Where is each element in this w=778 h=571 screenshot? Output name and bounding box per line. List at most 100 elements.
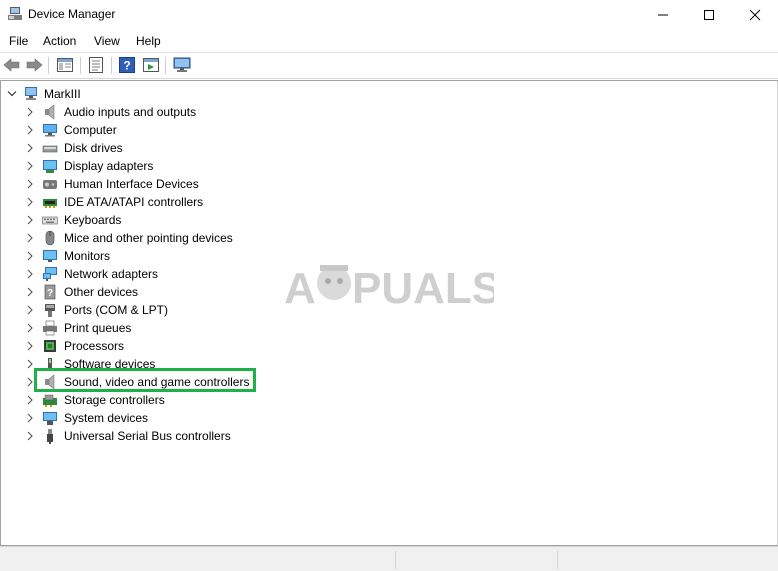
chevron-right-icon[interactable] bbox=[25, 413, 35, 423]
toolbar-separator bbox=[111, 57, 112, 74]
tree-item-label: Storage controllers bbox=[64, 393, 165, 407]
processor-icon bbox=[44, 340, 56, 352]
tree-item-computer[interactable]: Computer bbox=[1, 121, 401, 139]
tree-item-label: IDE ATA/ATAPI controllers bbox=[64, 195, 204, 209]
chevron-right-icon[interactable] bbox=[25, 215, 35, 225]
tree-item-label: Mice and other pointing devices bbox=[64, 231, 233, 245]
show-hide-console-tree-button[interactable] bbox=[56, 56, 74, 74]
speaker-icon bbox=[45, 104, 55, 120]
system-device-icon bbox=[43, 412, 57, 425]
printer-icon bbox=[43, 320, 57, 336]
tree-item-label: Ports (COM & LPT) bbox=[64, 303, 169, 317]
chevron-right-icon[interactable] bbox=[25, 287, 35, 297]
tree-item-label: Universal Serial Bus controllers bbox=[64, 429, 231, 443]
help-button[interactable]: ? bbox=[118, 56, 136, 74]
back-button[interactable] bbox=[3, 56, 21, 74]
chevron-right-icon[interactable] bbox=[25, 161, 35, 171]
status-bar bbox=[0, 546, 778, 571]
svg-text:?: ? bbox=[123, 59, 130, 73]
tree-item-label: Human Interface Devices bbox=[64, 177, 199, 191]
forward-button[interactable] bbox=[25, 56, 43, 74]
computer-monitor-icon bbox=[173, 57, 191, 72]
toolbar-separator bbox=[80, 57, 81, 74]
menu-view[interactable]: View bbox=[94, 34, 120, 48]
tree-item-label: Other devices bbox=[64, 285, 139, 299]
tree-item-processors[interactable]: Processors bbox=[1, 337, 401, 355]
chevron-right-icon[interactable] bbox=[25, 269, 35, 279]
chevron-right-icon[interactable] bbox=[25, 233, 35, 243]
keyboard-icon bbox=[42, 216, 58, 225]
menu-bar: File Action View Help bbox=[0, 30, 778, 53]
maximize-button[interactable] bbox=[686, 0, 732, 30]
svg-text:?: ? bbox=[47, 288, 53, 299]
tree-item-label: Network adapters bbox=[64, 267, 159, 281]
chevron-right-icon[interactable] bbox=[25, 143, 35, 153]
menu-help[interactable]: Help bbox=[136, 34, 161, 48]
tree-root[interactable]: MarkIII bbox=[1, 85, 301, 103]
tree-item-label: System devices bbox=[64, 411, 149, 425]
status-cell bbox=[395, 551, 556, 569]
title-bar: Device Manager bbox=[0, 0, 778, 30]
properties-button[interactable] bbox=[87, 56, 105, 74]
device-manager-app-icon bbox=[8, 7, 22, 20]
chevron-right-icon[interactable] bbox=[25, 251, 35, 261]
chevron-right-icon[interactable] bbox=[25, 107, 35, 117]
chevron-right-icon[interactable] bbox=[25, 395, 35, 405]
tree-item-label: Display adapters bbox=[64, 159, 154, 173]
tree-item-disk-drives[interactable]: Disk drives bbox=[1, 139, 401, 157]
hid-icon bbox=[43, 180, 57, 189]
chevron-down-icon[interactable] bbox=[7, 90, 17, 98]
menu-action[interactable]: Action bbox=[43, 34, 76, 48]
tree-item-label: Keyboards bbox=[64, 213, 122, 227]
run-button[interactable] bbox=[142, 56, 160, 74]
tree-item-system-devices[interactable]: System devices bbox=[1, 409, 401, 427]
help-icon: ? bbox=[119, 57, 135, 73]
minimize-icon bbox=[658, 14, 668, 16]
chevron-right-icon[interactable] bbox=[25, 125, 35, 135]
toolbar: ? bbox=[0, 53, 778, 79]
close-button[interactable] bbox=[732, 0, 778, 30]
tree-item-hid[interactable]: Human Interface Devices bbox=[1, 175, 401, 193]
computer-icon bbox=[43, 124, 57, 137]
chevron-right-icon[interactable] bbox=[25, 341, 35, 351]
chevron-right-icon[interactable] bbox=[25, 323, 35, 333]
status-cell bbox=[557, 551, 778, 569]
tree-item-keyboards[interactable]: Keyboards bbox=[1, 211, 401, 229]
svg-text:PUALS: PUALS bbox=[352, 264, 494, 313]
chevron-right-icon[interactable] bbox=[25, 197, 35, 207]
chevron-right-icon[interactable] bbox=[25, 179, 35, 189]
maximize-icon bbox=[704, 10, 714, 20]
tree-item-label: Print queues bbox=[64, 321, 132, 335]
storage-controller-icon bbox=[43, 394, 57, 407]
computer-icon bbox=[25, 87, 37, 100]
tree-item-mice[interactable]: Mice and other pointing devices bbox=[1, 229, 401, 247]
tree-item-label: Monitors bbox=[64, 249, 111, 263]
toolbar-separator bbox=[48, 57, 49, 74]
tree-item-display-adapters[interactable]: Display adapters bbox=[1, 157, 401, 175]
properties-icon bbox=[89, 57, 103, 73]
tree-item-storage-controllers[interactable]: Storage controllers bbox=[1, 391, 401, 409]
minimize-button[interactable] bbox=[640, 0, 686, 30]
mouse-icon bbox=[45, 230, 55, 246]
forward-icon bbox=[26, 58, 43, 72]
tree-item-label: Computer bbox=[64, 123, 117, 137]
tree-item-ide[interactable]: IDE ATA/ATAPI controllers bbox=[1, 193, 401, 211]
show-hide-console-tree-icon bbox=[57, 58, 73, 72]
menu-file[interactable]: File bbox=[9, 34, 28, 48]
chevron-right-icon[interactable] bbox=[25, 431, 35, 441]
tree-item-audio[interactable]: Audio inputs and outputs bbox=[1, 103, 401, 121]
close-icon bbox=[749, 9, 761, 21]
tree-root-label: MarkIII bbox=[44, 87, 81, 101]
chevron-right-icon[interactable] bbox=[25, 305, 35, 315]
device-tree[interactable]: MarkIII Audio inputs and outputs Compute… bbox=[0, 80, 778, 546]
window-title: Device Manager bbox=[28, 7, 116, 21]
appuals-watermark: A PUALS bbox=[284, 264, 494, 313]
tree-item-print-queues[interactable]: Print queues bbox=[1, 319, 401, 337]
network-adapter-icon bbox=[43, 267, 57, 281]
monitor-icon bbox=[43, 250, 57, 262]
svg-text:A: A bbox=[284, 264, 316, 313]
run-icon bbox=[143, 58, 159, 72]
display-adapter-icon bbox=[43, 160, 57, 173]
computer-monitor-button[interactable] bbox=[173, 56, 191, 74]
tree-item-usb[interactable]: Universal Serial Bus controllers bbox=[1, 427, 401, 445]
